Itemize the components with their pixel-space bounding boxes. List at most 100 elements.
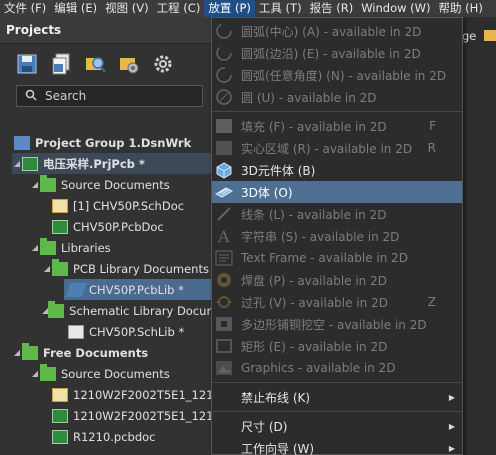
tree-item-pcblib[interactable]: CHV50P.PcbLib * — [64, 279, 212, 300]
panel-title: Projects — [0, 17, 211, 44]
menu-reports[interactable]: 报告 (R) — [306, 0, 358, 17]
pcb-doc-icon — [52, 219, 68, 234]
tree-item-libraries[interactable]: ◢ Libraries — [30, 237, 111, 258]
menu-item-fill[interactable]: 填充 (F) - available in 2D F — [212, 115, 462, 137]
expand-arrow-icon[interactable]: ◢ — [12, 348, 22, 357]
menu-item-solid-region[interactable]: 实心区域 (R) - available in 2D R — [212, 137, 462, 159]
menu-separator — [212, 111, 462, 112]
menu-separator — [212, 382, 462, 383]
folder-icon — [52, 258, 68, 276]
folder-icon — [40, 174, 56, 192]
folder-icon — [484, 30, 496, 41]
3d-object-icon — [214, 182, 234, 202]
panel-toolbar — [0, 44, 211, 83]
menu-item-via[interactable]: 过孔 (V) - available in 2D Z — [212, 291, 462, 313]
menu-view[interactable]: 视图 (V) — [101, 0, 153, 17]
projects-panel: Projects Search Project Group 1.DsnWrk ◢ — [0, 17, 212, 455]
project-search-icon[interactable] — [84, 53, 106, 75]
pcb-doc-icon — [52, 408, 68, 423]
arc-center-icon — [214, 21, 234, 41]
menu-file[interactable]: 文件 (F) — [0, 0, 50, 17]
menu-item-arc-edge[interactable]: 圆弧(边沿) (E) - available in 2D — [212, 42, 462, 64]
menu-separator — [212, 411, 462, 412]
search-placeholder: Search — [45, 89, 87, 103]
pcb-library-icon — [65, 282, 87, 297]
3d-body-icon — [214, 160, 234, 180]
menu-item-polygon-cutout[interactable]: 多边形铺铜挖空 - available in 2D — [212, 313, 462, 335]
menu-item-dimension[interactable]: 尺寸 (D) ▶ — [212, 415, 462, 437]
graphics-icon — [214, 358, 234, 378]
folder-icon — [48, 300, 65, 318]
settings-gear-icon[interactable] — [152, 53, 174, 75]
tree-item-free-documents[interactable]: ◢ Free Documents — [12, 342, 148, 363]
menu-item-pad[interactable]: 焊盘 (P) - available in 2D — [212, 269, 462, 291]
tree-item-pcbdoc[interactable]: CHV50P.PcbDoc — [52, 216, 164, 237]
pcb-doc-icon — [52, 429, 68, 444]
tree-item-project-group[interactable]: Project Group 1.DsnWrk — [14, 132, 191, 153]
search-icon — [25, 89, 37, 104]
expand-arrow-icon[interactable]: ◢ — [30, 369, 40, 378]
menu-item-3d-component-body[interactable]: 3D元件体 (B) — [212, 159, 462, 181]
place-dropdown-menu: 圆弧(中心) (A) - available in 2D 圆弧(边沿) (E) … — [211, 17, 463, 455]
polygon-cutout-icon — [214, 314, 234, 334]
menu-item-arc-center[interactable]: 圆弧(中心) (A) - available in 2D — [212, 20, 462, 42]
project-options-icon[interactable] — [118, 53, 140, 75]
menu-item-keepout[interactable]: 禁止布线 (K) ▶ — [212, 386, 462, 408]
arc-any-angle-icon — [214, 65, 234, 85]
menu-item-rectangle[interactable]: 矩形 (E) - available in 2D — [212, 335, 462, 357]
menu-project[interactable]: 工程 (C) — [153, 0, 205, 17]
line-icon — [214, 204, 234, 224]
save-icon[interactable] — [16, 53, 38, 75]
solid-region-icon — [214, 138, 234, 158]
menu-item-circle[interactable]: 圆 (U) - available in 2D — [212, 86, 462, 108]
folder-icon — [22, 342, 38, 360]
menu-item-string[interactable]: A 字符串 (S) - available in 2D — [212, 225, 462, 247]
menu-item-work-guide[interactable]: 工作向导 (W) ▶ — [212, 437, 462, 455]
expand-arrow-icon[interactable]: ◢ — [12, 159, 22, 168]
text-frame-icon — [214, 248, 234, 268]
rectangle-icon — [214, 336, 234, 356]
tree-item-schlib[interactable]: CHV50P.SchLib * — [68, 321, 184, 342]
tree-item-schdoc[interactable]: [1] CHV50P.SchDoc — [52, 195, 184, 216]
expand-arrow-icon[interactable]: ◢ — [30, 243, 40, 252]
editor-area — [462, 17, 496, 455]
folder-icon — [40, 363, 56, 381]
menu-edit[interactable]: 编辑 (E) — [50, 0, 101, 17]
menu-help[interactable]: 帮助 (H) — [435, 0, 487, 17]
fill-icon — [214, 116, 234, 136]
save-all-icon[interactable] — [50, 53, 72, 75]
schematic-library-icon — [68, 324, 84, 339]
tree-item-free-sch-doc[interactable]: 1210W2F2002T5E1_1210W2F2002T5E1 — [52, 384, 212, 405]
schematic-doc-icon — [52, 198, 68, 213]
project-group-icon — [14, 135, 30, 150]
folder-icon — [40, 237, 56, 255]
document-tab-fragment[interactable]: ge — [462, 29, 476, 43]
menu-window[interactable]: Window (W) — [357, 0, 434, 17]
tree-item-source-documents[interactable]: ◢ Source Documents — [30, 174, 170, 195]
tree-item-free-source-documents[interactable]: ◢ Source Documents — [30, 363, 170, 384]
submenu-arrow-icon: ▶ — [448, 421, 455, 431]
expand-arrow-icon[interactable]: ◢ — [42, 264, 52, 273]
svg-text:A: A — [217, 227, 230, 246]
via-icon — [214, 292, 234, 312]
menu-item-3d-body[interactable]: 3D体 (O) — [212, 181, 462, 203]
menu-place[interactable]: 放置 (P) — [204, 0, 255, 17]
pad-icon — [214, 270, 234, 290]
search-input[interactable]: Search — [16, 85, 203, 107]
tree-item-free-pcb-doc[interactable]: 1210W2F2002T5E1_1210W2F2002T5E1 — [52, 405, 212, 426]
tree-item-schematic-library-documents[interactable]: ◢ Schematic Library Documents — [42, 300, 212, 321]
submenu-arrow-icon: ▶ — [448, 392, 455, 402]
menu-bar: 文件 (F) 编辑 (E) 视图 (V) 工程 (C) 放置 (P) 工具 (T… — [0, 0, 496, 17]
menu-item-arc-any-angle[interactable]: 圆弧(任意角度) (N) - available in 2D — [212, 64, 462, 86]
expand-arrow-icon[interactable]: ◢ — [30, 180, 40, 189]
string-icon: A — [214, 226, 234, 246]
menu-item-line[interactable]: 线条 (L) - available in 2D — [212, 203, 462, 225]
tree-item-pcb-library-documents[interactable]: ◢ PCB Library Documents — [42, 258, 209, 279]
pcb-project-icon — [22, 156, 38, 171]
menu-tools[interactable]: 工具 (T) — [255, 0, 306, 17]
tree-item-prjpcb[interactable]: ◢ 电压采样.PrjPcb * — [12, 153, 212, 174]
menu-item-graphics[interactable]: Graphics - available in 2D — [212, 357, 462, 379]
tree-item-r1210[interactable]: R1210.pcbdoc — [52, 426, 156, 447]
menu-item-text-frame[interactable]: Text Frame - available in 2D — [212, 247, 462, 269]
submenu-arrow-icon: ▶ — [448, 443, 455, 453]
